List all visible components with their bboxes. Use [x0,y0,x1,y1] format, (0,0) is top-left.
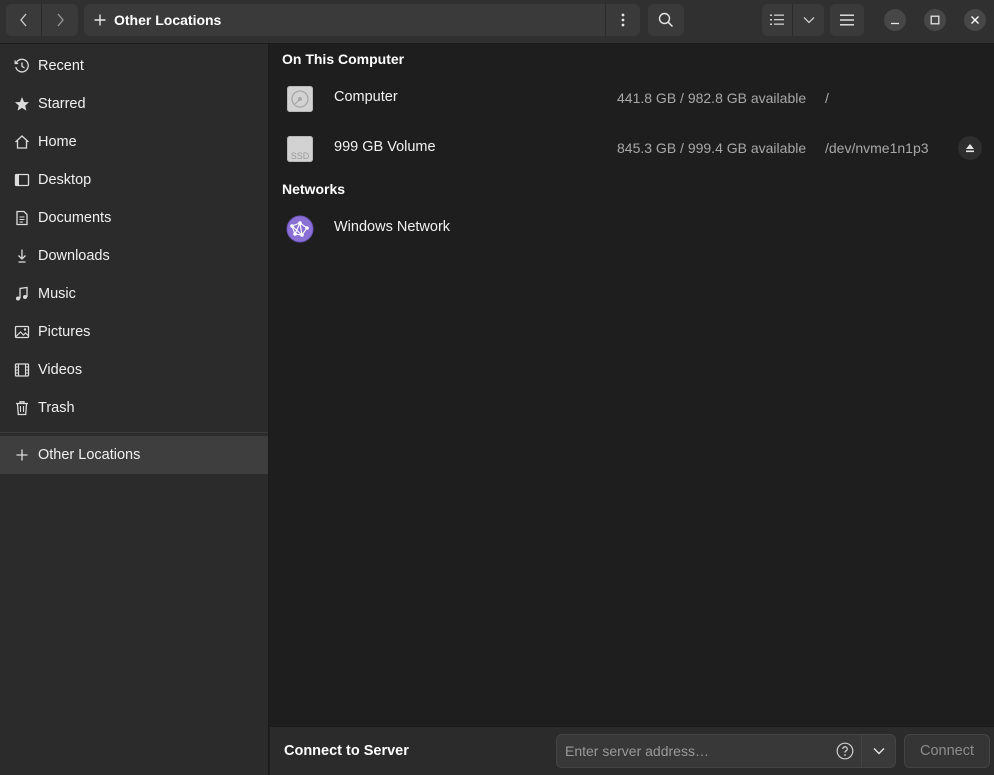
device-row-999gb-volume[interactable]: SSD 999 GB Volume 845.3 GB / 999.4 GB av… [270,124,994,174]
device-availability: 845.3 GB / 999.4 GB available [617,140,807,156]
search-button[interactable] [648,4,684,36]
view-controls [762,4,824,36]
search-icon [658,12,674,28]
help-icon[interactable] [836,742,854,760]
sidebar-item-label: Home [38,134,77,150]
connect-to-server-bar: Connect to Server Connect [270,726,994,775]
sidebar-item-label: Desktop [38,172,92,188]
sidebar-item-label: Starred [38,96,86,112]
sidebar-item-recent[interactable]: Recent [0,47,268,85]
list-view-icon [770,14,784,25]
main-menu-button[interactable] [830,4,864,36]
navigation-buttons [6,4,78,36]
connect-to-server-label: Connect to Server [284,743,409,759]
sidebar-item-documents[interactable]: Documents [0,199,268,237]
path-menu-button[interactable] [606,4,640,36]
sidebar-item-label: Recent [38,58,84,74]
sidebar-item-label: Videos [38,362,83,378]
eject-icon [966,144,974,153]
sidebar-item-videos[interactable]: Videos [0,351,268,389]
sidebar-item-starred[interactable]: Starred [0,85,268,123]
plus-icon [94,14,106,26]
chevron-down-icon [873,748,884,755]
close-button[interactable] [964,9,986,31]
recent-servers-dropdown-button[interactable] [862,734,896,768]
list-view-button[interactable] [762,4,793,36]
sidebar-item-trash[interactable]: Trash [0,389,268,427]
path-bar: Other Locations [84,4,640,36]
chevron-down-icon [803,17,814,24]
sidebar-item-other-locations[interactable]: Other Locations [0,436,268,474]
chevron-right-icon [57,13,64,27]
sidebar-item-label: Trash [38,400,75,416]
minimize-button[interactable] [884,9,906,31]
back-button[interactable] [6,4,42,36]
star-icon [14,96,30,112]
minimize-icon [891,22,899,25]
trash-icon [14,400,30,416]
picture-icon [14,324,30,340]
server-address-input[interactable] [556,734,862,768]
header-bar: Other Locations [0,0,994,44]
sidebar-item-label: Music [38,286,76,302]
section-title-networks: Networks [282,181,346,197]
chevron-left-icon [19,13,26,27]
main-content: On This Computer Computer 441.8 GB / 982… [270,44,994,726]
ssd-icon-label: SSD [291,151,310,161]
network-icon [286,215,314,243]
device-availability: 441.8 GB / 982.8 GB available [617,90,807,106]
sidebar-item-label: Downloads [38,248,110,264]
maximize-button[interactable] [924,9,946,31]
document-icon [14,210,30,226]
device-name: 999 GB Volume [334,139,436,155]
section-title-on-this-computer: On This Computer [282,51,405,67]
sidebar-item-desktop[interactable]: Desktop [0,161,268,199]
music-icon [14,286,30,302]
sidebar-item-home[interactable]: Home [0,123,268,161]
sidebar-item-downloads[interactable]: Downloads [0,237,268,275]
connect-button[interactable]: Connect [904,734,990,768]
eject-button[interactable] [958,136,982,160]
sidebar-item-pictures[interactable]: Pictures [0,313,268,351]
vertical-dots-icon [621,13,625,27]
path-label: Other Locations [114,12,222,28]
device-name: Computer [334,89,398,105]
device-row-computer[interactable]: Computer 441.8 GB / 982.8 GB available / [270,74,994,124]
download-icon [14,248,30,264]
sidebar-item-label: Pictures [38,324,91,340]
sidebar-item-label: Other Locations [38,447,141,463]
network-name: Windows Network [334,219,451,235]
sidebar-item-music[interactable]: Music [0,275,268,313]
device-mount-point: / [825,90,829,106]
video-icon [14,362,30,378]
device-mount-point: /dev/nvme1n1p3 [825,140,929,156]
harddisk-icon [287,86,313,112]
forward-button[interactable] [42,4,78,36]
ssd-icon: SSD [287,136,313,162]
clock-icon [14,58,30,74]
sidebar: Recent Starred Home Desktop Documents Do… [0,44,269,775]
home-icon [14,134,30,150]
path-button-other-locations[interactable]: Other Locations [84,4,606,36]
sidebar-divider [0,432,268,433]
desktop-icon [14,172,30,188]
close-icon [971,16,979,24]
maximize-icon [930,15,940,25]
view-options-button[interactable] [793,4,824,36]
hamburger-icon [840,14,854,26]
sidebar-item-label: Documents [38,210,112,226]
network-row-windows-network[interactable]: Windows Network [270,204,994,254]
plus-icon [14,447,30,463]
